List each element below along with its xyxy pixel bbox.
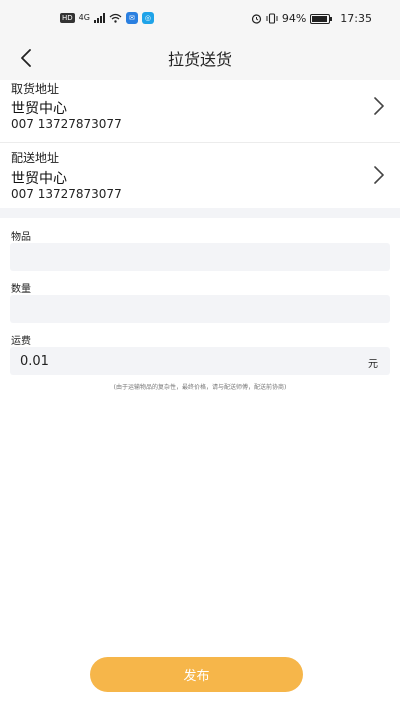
signal-icon xyxy=(93,13,105,23)
pickup-address-phone: 007 13727873077 xyxy=(11,117,122,131)
fee-input[interactable] xyxy=(10,347,390,375)
fee-unit: 元 xyxy=(368,359,378,370)
wifi-icon xyxy=(109,13,122,23)
fee-note: (由于运输物品的复杂性，最终价格，请与配送师傅，配送前协商) xyxy=(113,384,287,391)
item-label: 物品 xyxy=(11,232,31,243)
status-left: HD 4G ✉ ◎ xyxy=(60,12,154,24)
alarm-icon xyxy=(251,14,261,24)
fee-label: 运费 xyxy=(11,336,31,347)
page-title: 拉货送货 xyxy=(167,50,232,69)
pickup-address-label: 取货地址 xyxy=(11,82,60,96)
app-badge-icon: ◎ xyxy=(141,12,154,24)
delivery-address-row[interactable]: 配送地址 世贸中心 007 13727873077 xyxy=(0,143,400,208)
chevron-right-icon xyxy=(374,97,384,115)
delivery-address-phone: 007 13727873077 xyxy=(11,187,122,201)
vibrate-icon xyxy=(266,13,278,24)
quantity-input[interactable] xyxy=(10,295,390,323)
clock: 17:35 xyxy=(340,12,372,25)
section-separator xyxy=(0,208,400,218)
battery-fill xyxy=(312,15,328,22)
nav-bar: 拉货送货 xyxy=(0,38,400,80)
delivery-address-label: 配送地址 xyxy=(11,151,60,165)
pickup-address-row[interactable]: 取货地址 世贸中心 007 13727873077 xyxy=(0,80,400,142)
hd-badge: HD xyxy=(60,13,75,23)
delivery-address-name: 世贸中心 xyxy=(11,171,67,187)
item-input[interactable] xyxy=(10,243,390,271)
battery-icon xyxy=(310,13,333,24)
app-badge-icon: ✉ xyxy=(125,12,138,24)
status-right: 94% 17:35 xyxy=(251,12,372,25)
battery-percent: 94% xyxy=(281,12,307,25)
publish-button[interactable]: 发布 xyxy=(90,657,303,692)
chevron-right-icon xyxy=(374,166,384,184)
pickup-address-name: 世贸中心 xyxy=(11,101,67,117)
network-type: 4G xyxy=(78,13,90,22)
quantity-label: 数量 xyxy=(11,284,31,295)
status-bar: HD 4G ✉ ◎ 94% 17:35 xyxy=(0,0,400,38)
